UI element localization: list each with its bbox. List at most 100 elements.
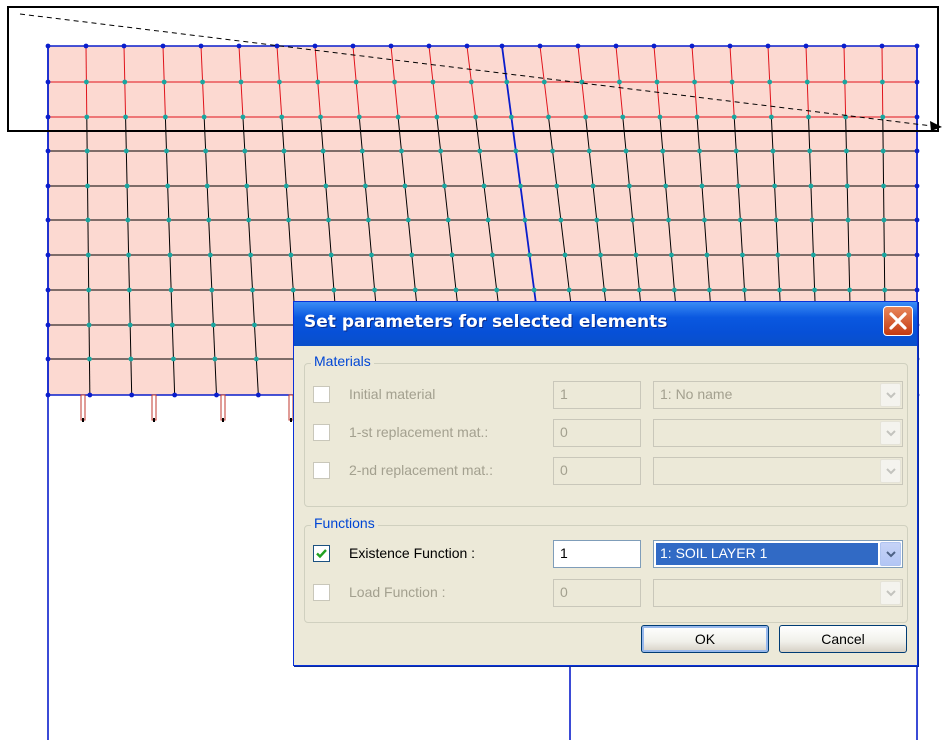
mesh-node xyxy=(914,148,920,154)
cancel-button[interactable]: Cancel xyxy=(779,625,907,653)
mesh-node xyxy=(522,217,528,223)
mesh-node xyxy=(468,79,474,85)
mesh-node xyxy=(808,183,814,189)
second-replacement-label: 2-nd replacement mat.: xyxy=(349,462,493,478)
mesh-node xyxy=(45,322,51,328)
mesh-node xyxy=(806,114,811,120)
mesh-node xyxy=(281,148,287,154)
mesh-node xyxy=(252,322,257,328)
mesh-node xyxy=(527,252,532,258)
second-replacement-number[interactable]: 0 xyxy=(553,457,641,485)
mesh-node xyxy=(438,148,444,154)
existence-function-dropdown-button[interactable] xyxy=(880,542,901,566)
mesh-node xyxy=(244,183,250,189)
existence-function-select-text: 1: SOIL LAYER 1 xyxy=(656,543,878,565)
mesh-node xyxy=(699,183,705,189)
mesh-node xyxy=(663,183,669,189)
mesh-node xyxy=(409,252,415,258)
initial-material-row: Initial material 1 1: No name xyxy=(305,381,907,409)
mesh-node xyxy=(45,43,51,49)
ok-button[interactable]: OK xyxy=(641,625,769,653)
mesh-node xyxy=(880,114,886,120)
mesh-node xyxy=(250,287,255,293)
mesh-node xyxy=(518,183,523,189)
first-replacement-number[interactable]: 0 xyxy=(553,419,641,447)
mesh-node xyxy=(161,79,167,85)
mesh-node xyxy=(412,287,418,293)
mesh-node xyxy=(87,392,93,398)
mesh-node xyxy=(45,217,51,223)
mesh-node xyxy=(623,148,629,154)
first-replacement-select-text xyxy=(656,422,878,444)
mesh-node xyxy=(372,287,378,293)
second-replacement-checkbox[interactable] xyxy=(313,462,330,479)
initial-material-checkbox[interactable] xyxy=(313,386,330,403)
mesh-node xyxy=(777,287,782,293)
mesh-node xyxy=(123,114,128,120)
mesh-node xyxy=(598,252,603,258)
initial-material-dropdown-button[interactable] xyxy=(880,383,901,407)
load-function-number[interactable]: 0 xyxy=(553,579,641,607)
mesh-node xyxy=(126,252,132,258)
existence-function-checkbox[interactable] xyxy=(313,545,330,562)
mesh-node xyxy=(541,79,547,85)
mesh-node xyxy=(880,79,885,85)
close-button[interactable] xyxy=(883,306,913,336)
mesh-node xyxy=(283,183,289,189)
mesh-node xyxy=(45,287,51,293)
mesh-node xyxy=(126,287,132,293)
mesh-node xyxy=(494,287,500,293)
initial-material-select[interactable]: 1: No name xyxy=(653,381,903,409)
mesh-node xyxy=(499,43,505,49)
mesh-node xyxy=(617,79,622,85)
load-function-checkbox[interactable] xyxy=(313,584,330,601)
existence-function-number[interactable]: 1 xyxy=(553,540,641,568)
first-replacement-dropdown-button[interactable] xyxy=(880,421,901,445)
chevron-down-icon xyxy=(886,468,896,475)
materials-group: Materials Initial material 1 1: No name … xyxy=(304,353,908,507)
second-replacement-select[interactable] xyxy=(653,457,903,485)
mesh-node xyxy=(508,114,514,120)
mesh-node xyxy=(315,79,321,85)
mesh-node xyxy=(171,356,176,362)
second-replacement-dropdown-button[interactable] xyxy=(880,459,901,483)
existence-function-label: Existence Function : xyxy=(349,545,476,561)
mesh-node xyxy=(765,43,771,49)
pile xyxy=(220,394,226,421)
mesh-node xyxy=(657,114,663,120)
mesh-node xyxy=(430,79,436,85)
mesh-node xyxy=(45,183,51,189)
load-function-select[interactable] xyxy=(653,579,903,607)
mesh-node xyxy=(844,148,849,154)
mesh-node xyxy=(594,217,600,223)
mesh-node xyxy=(169,322,175,328)
mesh-node xyxy=(729,79,735,85)
materials-group-title: Materials xyxy=(311,353,374,369)
pile xyxy=(80,394,86,421)
initial-material-number[interactable]: 1 xyxy=(553,381,641,409)
dialog-title-bar[interactable]: Set parameters for selected elements xyxy=(294,302,917,346)
mesh-node xyxy=(671,287,677,293)
mesh-node xyxy=(513,148,519,154)
mesh-node xyxy=(914,43,920,49)
mesh-node xyxy=(434,114,440,120)
existence-function-select[interactable]: 1: SOIL LAYER 1 xyxy=(653,540,903,568)
load-function-dropdown-button[interactable] xyxy=(880,581,901,605)
first-replacement-select[interactable] xyxy=(653,419,903,447)
mesh-node xyxy=(807,148,813,154)
mesh-node xyxy=(206,217,212,223)
mesh-node xyxy=(846,252,852,258)
chevron-down-icon xyxy=(886,590,896,597)
first-replacement-checkbox[interactable] xyxy=(313,424,330,441)
second-replacement-row: 2-nd replacement mat.: 0 xyxy=(305,457,907,485)
mesh-node xyxy=(129,392,135,398)
mesh-node xyxy=(812,287,818,293)
mesh-node xyxy=(45,148,51,154)
first-replacement-label: 1-st replacement mat.: xyxy=(349,424,489,440)
mesh-node xyxy=(914,114,920,120)
mesh-node xyxy=(172,392,178,398)
mesh-node xyxy=(286,217,291,223)
mesh-node xyxy=(583,114,589,120)
mesh-node xyxy=(276,79,282,85)
chevron-down-icon xyxy=(886,392,896,399)
